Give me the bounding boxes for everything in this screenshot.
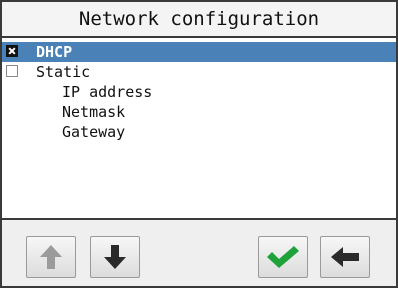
window-title: Network configuration [2,2,396,38]
bottom-toolbar [2,218,396,286]
static-label: Static [36,63,91,81]
list-item-netmask[interactable]: Netmask [2,102,396,122]
static-checkbox[interactable] [6,65,18,77]
network-config-window: Network configuration DHCP Static IP add… [0,0,398,288]
list-item-ip-address[interactable]: IP address [2,82,396,102]
dhcp-label: DHCP [36,43,73,61]
list-item-static[interactable]: Static [2,62,396,82]
back-button[interactable] [320,236,370,278]
netmask-label: Netmask [62,103,126,121]
gateway-label: Gateway [62,123,126,141]
ip-address-label: IP address [62,83,153,101]
move-down-button[interactable] [90,236,140,278]
confirm-button[interactable] [258,236,308,278]
arrow-up-icon [39,244,63,270]
move-up-button[interactable] [26,236,76,278]
list-item-gateway[interactable]: Gateway [2,122,396,142]
list-item-dhcp[interactable]: DHCP [2,42,396,62]
checkmark-icon [266,245,300,269]
dhcp-checkbox[interactable] [6,45,18,57]
arrow-left-icon [330,246,360,268]
arrow-down-icon [103,244,127,270]
options-list: DHCP Static IP address Netmask Gateway [2,38,396,218]
